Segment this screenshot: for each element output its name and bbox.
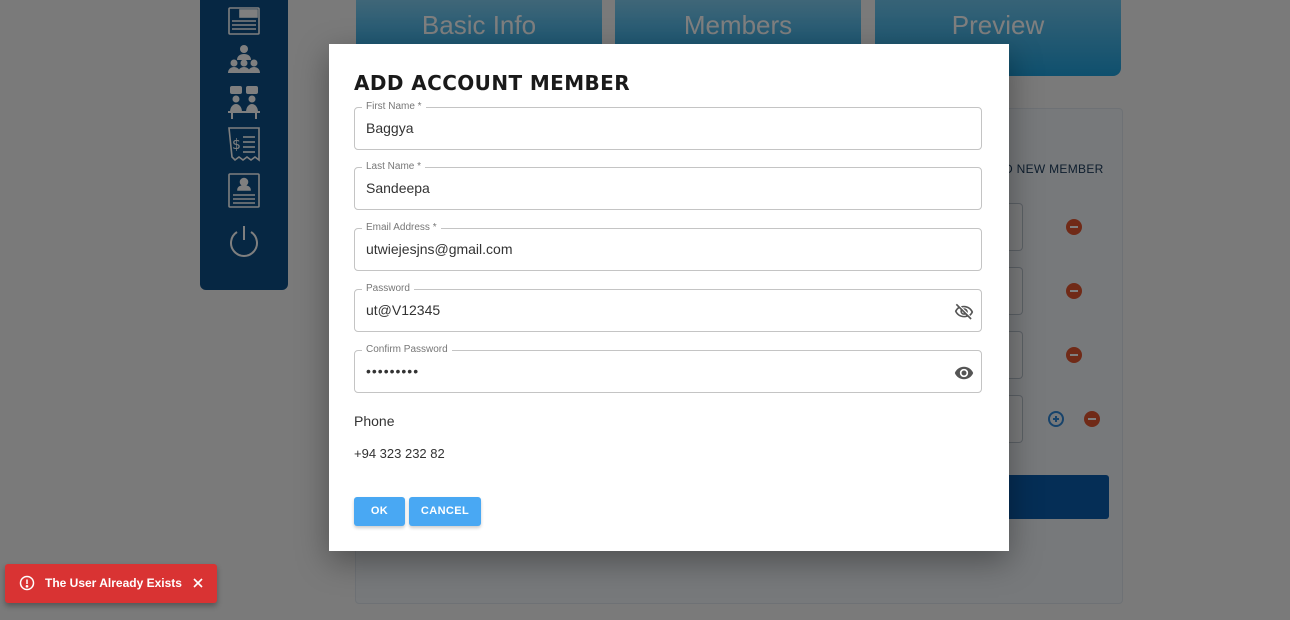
cancel-button[interactable]: CANCEL bbox=[409, 497, 481, 526]
add-account-member-dialog: ADD ACCOUNT MEMBER First Name * Baggya L… bbox=[329, 44, 1009, 551]
confirm-password-value[interactable]: ••••••••• bbox=[366, 363, 419, 379]
password-label: Password bbox=[362, 282, 414, 296]
email-field[interactable]: Email Address * utwiejesjns@gmail.com bbox=[354, 221, 982, 271]
password-value[interactable]: ut@V12345 bbox=[366, 302, 440, 318]
close-icon[interactable] bbox=[191, 576, 205, 590]
last-name-field[interactable]: Last Name * Sandeepa bbox=[354, 160, 982, 210]
eye-off-icon[interactable] bbox=[954, 302, 974, 322]
confirm-password-label: Confirm Password bbox=[362, 343, 452, 357]
ok-button[interactable]: OK bbox=[354, 497, 405, 526]
password-field[interactable]: Password ut@V12345 bbox=[354, 282, 982, 332]
error-toast: The User Already Exists bbox=[5, 564, 217, 603]
first-name-value[interactable]: Baggya bbox=[366, 120, 413, 136]
error-icon bbox=[19, 575, 35, 591]
last-name-value[interactable]: Sandeepa bbox=[366, 180, 430, 196]
first-name-field[interactable]: First Name * Baggya bbox=[354, 100, 982, 150]
toast-message: The User Already Exists bbox=[45, 576, 182, 590]
dialog-title: ADD ACCOUNT MEMBER bbox=[354, 71, 631, 95]
email-value[interactable]: utwiejesjns@gmail.com bbox=[366, 241, 512, 257]
phone-label: Phone bbox=[354, 413, 395, 429]
phone-value[interactable]: +94 323 232 82 bbox=[354, 446, 445, 461]
confirm-password-field[interactable]: Confirm Password ••••••••• bbox=[354, 343, 982, 393]
eye-icon[interactable] bbox=[954, 363, 974, 383]
email-label: Email Address * bbox=[362, 221, 441, 235]
first-name-label: First Name * bbox=[362, 100, 426, 114]
last-name-label: Last Name * bbox=[362, 160, 426, 174]
